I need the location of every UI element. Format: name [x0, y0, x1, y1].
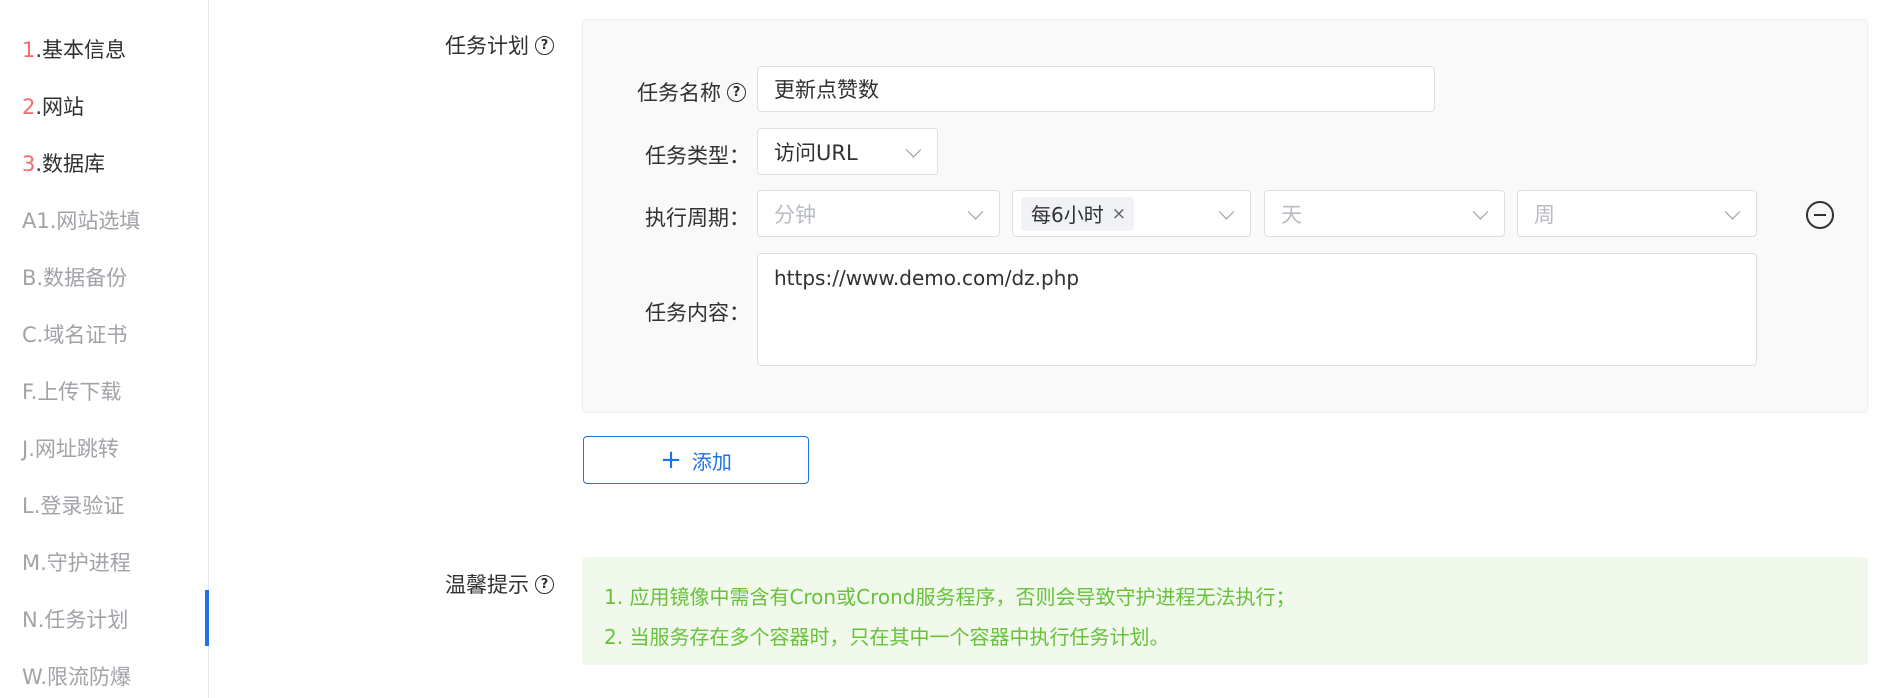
question-circle-icon[interactable]: ?	[535, 574, 554, 594]
cycle-label: 执行周期：	[645, 206, 750, 230]
tip-line: 1. 应用镜像中需含有Cron或Crond服务程序，否则会导致守护进程无法执行；	[604, 585, 1296, 609]
task-name-input[interactable]: 更新点赞数	[757, 66, 1435, 112]
cycle-day-select[interactable]: 天	[1264, 190, 1505, 237]
sidebar-item-upload-download[interactable]: F.上传下载	[22, 376, 121, 406]
sidebar-active-indicator	[205, 590, 209, 646]
tip-line: 2. 当服务存在多个容器时，只在其中一个容器中执行任务计划。	[604, 625, 1170, 649]
close-icon[interactable]: ×	[1112, 204, 1126, 224]
task-name-label: 任务名称 ?	[637, 77, 746, 107]
task-plan-section-label: 任务计划 ?	[445, 30, 554, 60]
cycle-week-select[interactable]: 周	[1517, 190, 1757, 237]
chevron-down-icon	[1472, 203, 1489, 220]
plus-icon: +	[660, 445, 682, 475]
question-circle-icon[interactable]: ?	[727, 82, 746, 102]
tips-label: 温馨提示 ?	[445, 569, 554, 599]
tips-box: 1. 应用镜像中需含有Cron或Crond服务程序，否则会导致守护进程无法执行；…	[582, 557, 1868, 665]
sidebar-item-website-optional[interactable]: A1.网站选填	[22, 205, 140, 235]
sidebar-item-data-backup[interactable]: B.数据备份	[22, 262, 127, 292]
sidebar-item-domain-cert[interactable]: C.域名证书	[22, 319, 127, 349]
sidebar-item-daemon[interactable]: M.守护进程	[22, 547, 131, 577]
chevron-down-icon	[967, 203, 984, 220]
chevron-down-icon	[905, 141, 922, 158]
sidebar-nav: 1.基本信息 2.网站 3.数据库 A1.网站选填 B.数据备份 C.域名证书 …	[0, 0, 209, 698]
chevron-down-icon	[1724, 203, 1741, 220]
task-type-label: 任务类型：	[645, 144, 750, 168]
task-content-textarea[interactable]: https://www.demo.com/dz.php	[757, 253, 1757, 366]
sidebar-item-task-plan[interactable]: N.任务计划	[22, 604, 128, 634]
chevron-down-icon	[1218, 203, 1235, 220]
task-type-select[interactable]: 访问URL	[757, 128, 938, 175]
cycle-hour-select[interactable]: 每6小时 ×	[1012, 190, 1251, 237]
content-label: 任务内容：	[645, 301, 750, 325]
hour-tag: 每6小时 ×	[1021, 196, 1134, 231]
add-task-button[interactable]: + 添加	[583, 436, 809, 484]
sidebar-item-rate-limit[interactable]: W.限流防爆	[22, 661, 131, 691]
cycle-minute-select[interactable]: 分钟	[757, 190, 1000, 237]
sidebar-item-basic-info[interactable]: 1.基本信息	[22, 34, 126, 64]
sidebar-item-url-redirect[interactable]: J.网址跳转	[22, 433, 119, 463]
sidebar-item-login-auth[interactable]: L.登录验证	[22, 490, 124, 520]
question-circle-icon[interactable]: ?	[535, 35, 554, 55]
sidebar-item-database[interactable]: 3.数据库	[22, 148, 105, 178]
sidebar-item-website[interactable]: 2.网站	[22, 91, 84, 121]
minus-circle-icon[interactable]	[1806, 201, 1834, 229]
